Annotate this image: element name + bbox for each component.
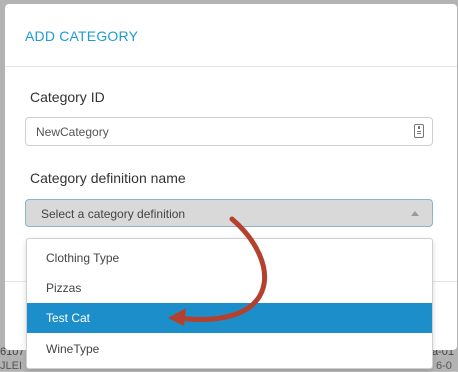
option-label: WineType: [46, 342, 100, 356]
category-id-value: NewCategory: [36, 125, 109, 139]
option-label: Test Cat: [46, 311, 91, 325]
dropdown-option[interactable]: Pizzas: [27, 273, 432, 303]
modal-header: ADD CATEGORY: [5, 4, 457, 67]
option-label: Pizzas: [46, 281, 82, 295]
dropdown-option[interactable]: Clothing Type: [27, 243, 432, 273]
category-id-input[interactable]: NewCategory: [25, 117, 433, 146]
dropdown-option-selected[interactable]: Test Cat: [27, 303, 432, 333]
modal-title: ADD CATEGORY: [25, 28, 139, 44]
dropdown-option[interactable]: WineType: [27, 334, 432, 364]
category-id-label: Category ID: [30, 89, 105, 105]
select-placeholder: Select a category definition: [41, 207, 186, 221]
chevron-up-icon: [411, 211, 419, 216]
category-definition-label: Category definition name: [30, 170, 186, 186]
option-label: Clothing Type: [46, 251, 120, 265]
background-text-right-2: 6-0: [436, 360, 452, 372]
background-text-left-2: JLEI: [0, 360, 23, 372]
category-definition-select[interactable]: Select a category definition: [25, 199, 433, 227]
category-definition-dropdown: Clothing Type Pizzas Test Cat WineType: [26, 238, 433, 369]
contact-card-icon: [414, 124, 424, 138]
